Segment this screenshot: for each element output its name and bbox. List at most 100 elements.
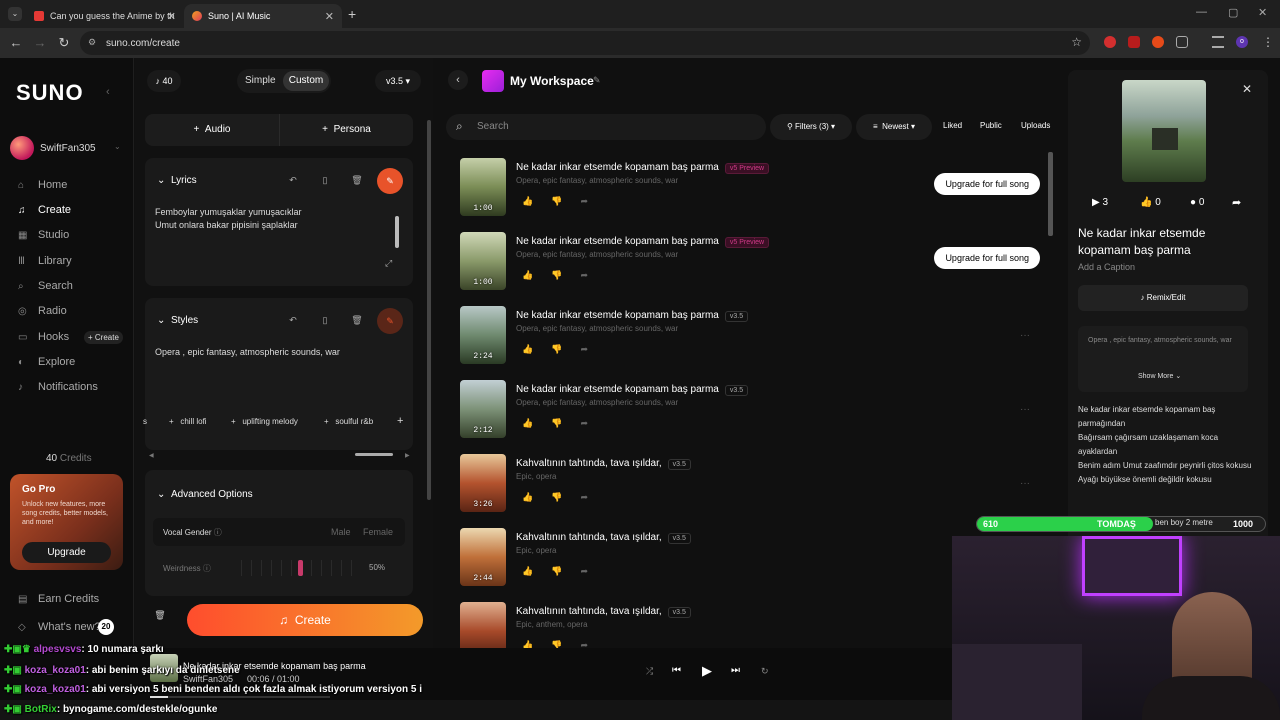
song-title[interactable]: Ne kadar inkar etsemde kopamam baş parma…	[516, 384, 749, 396]
username[interactable]: SwiftFan305	[40, 143, 96, 154]
song-row[interactable]: 2:24 Ne kadar inkar etsemde kopamam baş p…	[460, 306, 1050, 372]
thumbs-down-icon[interactable]: 👎	[551, 196, 580, 206]
extension-red-icon[interactable]	[1104, 36, 1116, 48]
previous-icon[interactable]: ⏮	[672, 665, 681, 676]
tab-anime[interactable]: Can you guess the Anime by th ✕	[26, 4, 184, 28]
style-chip[interactable]: + soulful r&b	[324, 417, 373, 426]
thumbs-down-icon[interactable]: 👎	[551, 270, 580, 280]
upgrade-full-song-button[interactable]: Upgrade for full song	[934, 247, 1040, 269]
share-icon[interactable]: ➦	[1232, 196, 1241, 209]
style-chip[interactable]: + chill lofi	[169, 417, 207, 426]
chips-scrollbar[interactable]: ◀ ▶	[149, 452, 411, 459]
trash-icon[interactable]: 🗑	[347, 170, 367, 190]
persona-button[interactable]: + Persona	[279, 114, 413, 146]
song-thumbnail[interactable]: 1:00	[460, 158, 506, 216]
whats-new-link[interactable]: ◇ What's new?	[18, 621, 101, 633]
style-chip[interactable]: + uplifting melody	[231, 417, 298, 426]
song-thumbnail[interactable]: 1:00	[460, 232, 506, 290]
song-title[interactable]: Ne kadar inkar etsemde kopamam baş parma…	[516, 310, 749, 322]
nav-hooks[interactable]: ▭ Hooks	[18, 331, 69, 343]
scroll-right-icon[interactable]: ▶	[405, 452, 410, 459]
advanced-options-toggle[interactable]: ⌄ Advanced Options	[157, 489, 253, 500]
share-icon[interactable]: ➦	[580, 196, 606, 206]
lyrics-header[interactable]: ⌄ Lyrics	[157, 175, 197, 186]
clear-trash-icon[interactable]: 🗑	[151, 606, 169, 624]
share-icon[interactable]: ➦	[580, 566, 606, 576]
lyrics-textarea[interactable]: Femboylar yumuşaklar yumuşacıklar Umut o…	[155, 206, 391, 232]
earn-credits-link[interactable]: ▤ Earn Credits	[18, 593, 99, 605]
show-more-button[interactable]: Show More ⌄	[1138, 372, 1181, 380]
upgrade-button[interactable]: Upgrade	[22, 542, 111, 563]
style-chip-more[interactable]: +	[397, 415, 403, 427]
scroll-left-icon[interactable]: ◀	[149, 452, 154, 459]
song-cover-art[interactable]	[1122, 80, 1206, 182]
close-tab-icon[interactable]: ✕	[167, 10, 176, 23]
create-button[interactable]: ♫ Create	[187, 604, 423, 636]
sort-button[interactable]: ≡ Newest ▾	[856, 114, 932, 140]
site-info-icon[interactable]: ⚙	[88, 37, 96, 48]
close-detail-icon[interactable]: ✕	[1242, 82, 1252, 96]
nav-studio[interactable]: ▦ Studio	[18, 229, 69, 241]
extension-tube-icon[interactable]	[1128, 36, 1140, 48]
collapse-sidebar-icon[interactable]: ‹	[106, 86, 110, 98]
nav-radio[interactable]: ◎ Radio	[18, 305, 67, 317]
magic-wand-icon[interactable]: ✎	[377, 308, 403, 334]
liked-filter[interactable]: Liked	[943, 121, 962, 130]
close-window-icon[interactable]: ✕	[1258, 6, 1267, 19]
close-tab-icon[interactable]: ✕	[325, 10, 334, 23]
thumbs-up-icon[interactable]: 👍	[522, 344, 551, 354]
undo-icon[interactable]: ↶	[283, 310, 303, 330]
back-icon[interactable]: ←	[8, 35, 24, 50]
reload-icon[interactable]: ↻	[56, 35, 72, 51]
next-icon[interactable]: ⏭	[731, 665, 740, 676]
thumbs-down-icon[interactable]: 👎	[551, 344, 580, 354]
add-caption-input[interactable]: Add a Caption	[1078, 262, 1135, 272]
address-bar[interactable]: ⚙ suno.com/create ☆	[80, 31, 1090, 55]
play-icon[interactable]: ▶	[702, 663, 712, 679]
edit-pencil-icon[interactable]: ✎	[593, 75, 601, 86]
more-options-icon[interactable]: ···	[1020, 404, 1030, 415]
custom-mode-tab[interactable]: Custom	[283, 71, 329, 91]
hooks-create-button[interactable]: + Create	[84, 331, 123, 344]
extension-fox-icon[interactable]	[1152, 36, 1164, 48]
tab-suno[interactable]: Suno | AI Music ✕	[184, 4, 342, 28]
thumbs-up-icon[interactable]: 👍	[522, 270, 551, 280]
song-list-scrollbar[interactable]	[1048, 152, 1053, 236]
uploads-filter[interactable]: Uploads	[1021, 121, 1050, 130]
song-title[interactable]: Kahvaltının tahtında, tava ışıldar, v3.5	[516, 532, 691, 544]
trash-icon[interactable]: 🗑	[347, 310, 367, 330]
comments-button[interactable]: ● 0	[1190, 197, 1204, 208]
thumbs-down-icon[interactable]: 👎	[551, 492, 580, 502]
audio-button[interactable]: + Audio	[145, 114, 279, 146]
song-thumbnail[interactable]: 3:26	[460, 454, 506, 512]
thumbs-down-icon[interactable]: 👎	[551, 418, 580, 428]
public-filter[interactable]: Public	[980, 121, 1002, 130]
version-select[interactable]: v3.5 ▾	[375, 70, 421, 92]
profile-avatar-icon[interactable]: o	[1236, 36, 1248, 48]
thumbs-up-icon[interactable]: 👍	[522, 196, 551, 206]
bookmark-star-icon[interactable]: ☆	[1071, 35, 1082, 49]
styles-textarea[interactable]: Opera , epic fantasy, atmospheric sounds…	[155, 347, 401, 357]
maximize-icon[interactable]: ▢	[1228, 6, 1238, 19]
song-thumbnail[interactable]: 2:12	[460, 380, 506, 438]
thumbs-up-icon[interactable]: 👍	[522, 566, 551, 576]
song-title[interactable]: Kahvaltının tahtında, tava ışıldar, v3.5	[516, 606, 691, 618]
bookmark-icon[interactable]: ▯	[315, 310, 335, 330]
more-options-icon[interactable]: ···	[1020, 330, 1030, 341]
upgrade-full-song-button[interactable]: Upgrade for full song	[934, 173, 1040, 195]
chips-scroll-thumb[interactable]	[355, 453, 393, 456]
magic-wand-icon[interactable]: ✎	[377, 168, 403, 194]
share-icon[interactable]: ➦	[580, 418, 606, 428]
thumbs-down-icon[interactable]: 👎	[551, 566, 580, 576]
extensions-puzzle-icon[interactable]	[1176, 36, 1188, 48]
tab-search-icon[interactable]: ⌄	[8, 7, 22, 21]
share-icon[interactable]: ➦	[580, 344, 606, 354]
remix-edit-button[interactable]: ♪ Remix/Edit	[1078, 285, 1248, 311]
nav-library[interactable]: Ⅲ Library	[18, 255, 72, 267]
avatar[interactable]	[10, 136, 34, 160]
song-row[interactable]: 2:12 Ne kadar inkar etsemde kopamam baş p…	[460, 380, 1050, 446]
repeat-icon[interactable]: ↻	[761, 666, 769, 677]
vocal-male-option[interactable]: Male	[331, 527, 351, 537]
undo-icon[interactable]: ↶	[283, 170, 303, 190]
forward-icon[interactable]: →	[32, 35, 48, 50]
